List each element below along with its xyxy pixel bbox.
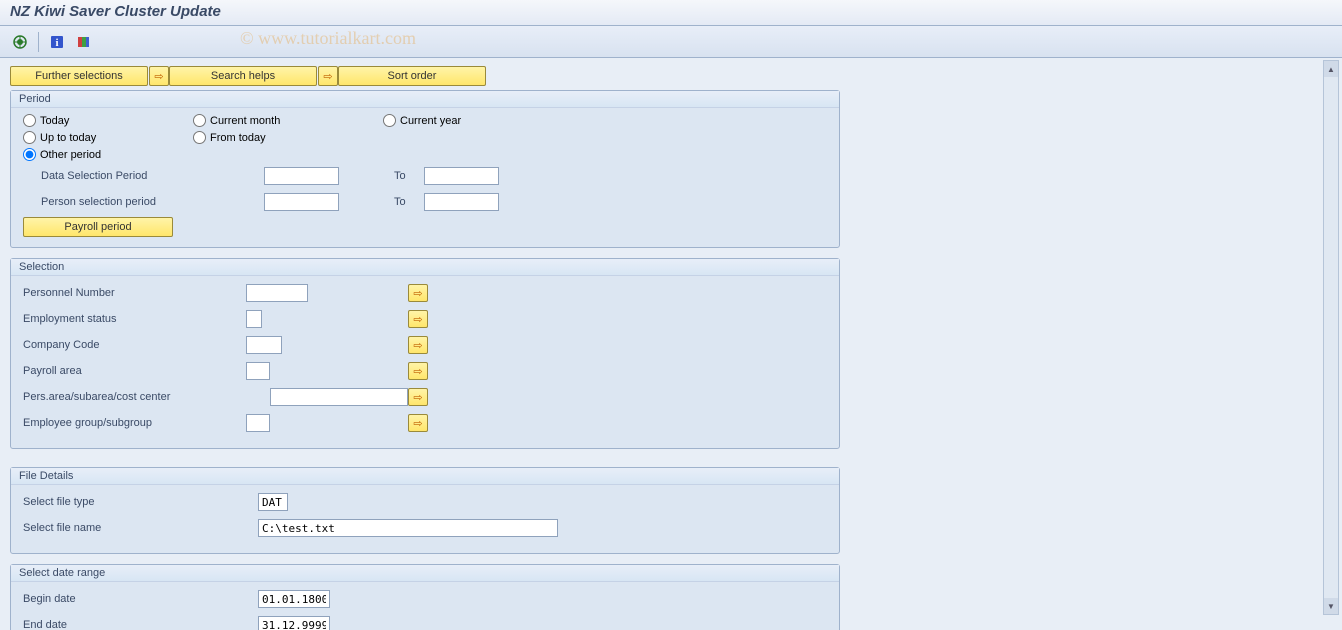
- search-helps-button[interactable]: Search helps: [169, 66, 317, 86]
- select-file-type-label: Select file type: [23, 496, 258, 508]
- radio-from-today-label: From today: [210, 132, 266, 144]
- sort-order-button[interactable]: Sort order: [338, 66, 486, 86]
- date-range-group-title: Select date range: [11, 565, 839, 582]
- payroll-period-label: Payroll period: [64, 221, 131, 233]
- sort-order-arrow-button[interactable]: ⇨: [318, 66, 338, 86]
- svg-text:i: i: [55, 37, 58, 49]
- title-bar: NZ Kiwi Saver Cluster Update: [0, 0, 1342, 26]
- data-icon[interactable]: [73, 32, 93, 52]
- vertical-scrollbar[interactable]: ▲ ▼: [1323, 60, 1339, 615]
- radio-other-period-label: Other period: [40, 149, 101, 161]
- radio-from-today[interactable]: From today: [193, 131, 266, 144]
- period-group-title: Period: [11, 91, 839, 108]
- radio-up-to-today[interactable]: Up to today: [23, 131, 193, 144]
- main-area: Further selections ⇨ Search helps ⇨ Sort…: [0, 58, 1342, 630]
- top-button-row: Further selections ⇨ Search helps ⇨ Sort…: [10, 66, 1332, 86]
- employee-group-label: Employee group/subgroup: [23, 417, 246, 429]
- period-group: Period Today Current month Current year …: [10, 90, 840, 248]
- radio-current-month[interactable]: Current month: [193, 114, 383, 127]
- pers-area-input[interactable]: [270, 388, 408, 406]
- file-details-group-title: File Details: [11, 468, 839, 485]
- company-code-label: Company Code: [23, 339, 246, 351]
- pers-area-multi-button[interactable]: ⇨: [408, 388, 428, 406]
- selection-group-title: Selection: [11, 259, 839, 276]
- radio-today-label: Today: [40, 115, 69, 127]
- pers-area-label: Pers.area/subarea/cost center: [23, 391, 270, 403]
- radio-current-year-label: Current year: [400, 115, 461, 127]
- arrow-right-icon: ⇨: [323, 70, 332, 83]
- radio-today[interactable]: Today: [23, 114, 193, 127]
- employment-status-multi-button[interactable]: ⇨: [408, 310, 428, 328]
- arrow-right-icon: ⇨: [413, 391, 422, 404]
- payroll-area-input[interactable]: [246, 362, 270, 380]
- radio-current-year[interactable]: Current year: [383, 114, 461, 127]
- data-selection-period-from-input[interactable]: [264, 167, 339, 185]
- end-date-input[interactable]: [258, 616, 330, 630]
- file-type-input[interactable]: [258, 493, 288, 511]
- person-selection-period-from-input[interactable]: [264, 193, 339, 211]
- radio-current-month-label: Current month: [210, 115, 280, 127]
- scroll-up-icon[interactable]: ▲: [1324, 61, 1338, 77]
- file-name-input[interactable]: [258, 519, 558, 537]
- further-selections-button[interactable]: Further selections: [10, 66, 148, 86]
- search-helps-arrow-button[interactable]: ⇨: [149, 66, 169, 86]
- info-icon[interactable]: i: [47, 32, 67, 52]
- begin-date-input[interactable]: [258, 590, 330, 608]
- arrow-right-icon: ⇨: [413, 339, 422, 352]
- watermark: © www.tutorialkart.com: [240, 28, 416, 49]
- employment-status-label: Employment status: [23, 313, 246, 325]
- select-file-name-label: Select file name: [23, 522, 258, 534]
- arrow-right-icon: ⇨: [413, 417, 422, 430]
- data-selection-period-to-input[interactable]: [424, 167, 499, 185]
- file-details-group: File Details Select file type Select fil…: [10, 467, 840, 554]
- toolbar: i © www.tutorialkart.com: [0, 26, 1342, 58]
- search-helps-label: Search helps: [211, 70, 275, 82]
- end-date-label: End date: [23, 619, 258, 630]
- date-range-group: Select date range Begin date End date: [10, 564, 840, 630]
- employee-group-multi-button[interactable]: ⇨: [408, 414, 428, 432]
- radio-other-period[interactable]: Other period: [23, 148, 101, 161]
- payroll-area-multi-button[interactable]: ⇨: [408, 362, 428, 380]
- toolbar-divider: [38, 32, 39, 52]
- payroll-area-label: Payroll area: [23, 365, 246, 377]
- data-selection-period-label: Data Selection Period: [41, 170, 264, 182]
- to-label-1: To: [394, 170, 424, 182]
- personnel-number-multi-button[interactable]: ⇨: [408, 284, 428, 302]
- payroll-period-button[interactable]: Payroll period: [23, 217, 173, 237]
- arrow-right-icon: ⇨: [413, 313, 422, 326]
- person-selection-period-to-input[interactable]: [424, 193, 499, 211]
- employee-group-input[interactable]: [246, 414, 270, 432]
- personnel-number-input[interactable]: [246, 284, 308, 302]
- sort-order-label: Sort order: [388, 70, 437, 82]
- arrow-right-icon: ⇨: [413, 365, 422, 378]
- personnel-number-label: Personnel Number: [23, 287, 246, 299]
- to-label-2: To: [394, 196, 424, 208]
- employment-status-input[interactable]: [246, 310, 262, 328]
- execute-icon[interactable]: [10, 32, 30, 52]
- scroll-down-icon[interactable]: ▼: [1324, 598, 1338, 614]
- begin-date-label: Begin date: [23, 593, 258, 605]
- radio-up-to-today-label: Up to today: [40, 132, 96, 144]
- company-code-multi-button[interactable]: ⇨: [408, 336, 428, 354]
- selection-group: Selection Personnel Number ⇨ Employment …: [10, 258, 840, 449]
- further-selections-label: Further selections: [35, 70, 122, 82]
- company-code-input[interactable]: [246, 336, 282, 354]
- arrow-right-icon: ⇨: [413, 287, 422, 300]
- page-title: NZ Kiwi Saver Cluster Update: [10, 3, 221, 20]
- arrow-right-icon: ⇨: [154, 70, 163, 83]
- person-selection-period-label: Person selection period: [41, 196, 264, 208]
